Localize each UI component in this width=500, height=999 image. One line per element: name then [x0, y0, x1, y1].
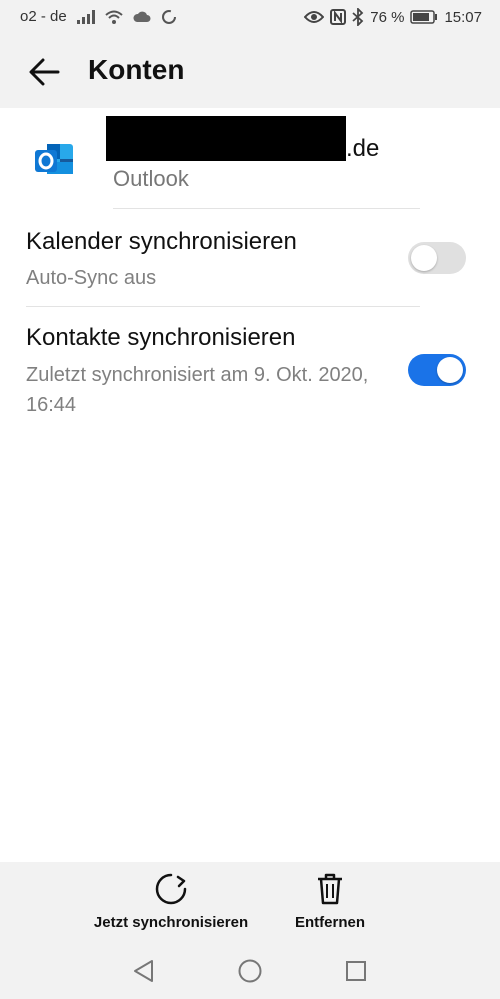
arrow-left-icon [29, 58, 60, 86]
toggle-knob [437, 357, 463, 383]
email-domain-suffix: .de [346, 135, 380, 162]
nav-recents-button[interactable] [341, 956, 371, 986]
sync-row-subtitle: Zuletzt synchronisiert am 9. Okt. 2020, … [26, 364, 369, 416]
status-bar-left: o2 - de [20, 8, 177, 25]
status-bar-right: 76 % 15:07 [304, 8, 482, 26]
battery-icon [410, 10, 438, 24]
triangle-back-icon [134, 960, 153, 982]
sync-row-calendar[interactable]: Kalender synchronisieren Auto-Sync aus [0, 208, 500, 306]
sync-row-title: Kalender synchronisieren [26, 228, 297, 255]
redacted-email-block [106, 116, 346, 161]
sync-row-subtitle: Auto-Sync aus [26, 267, 157, 289]
wifi-icon [105, 10, 123, 24]
calendar-sync-toggle[interactable] [408, 242, 466, 274]
nav-home-button[interactable] [235, 956, 265, 986]
clock: 15:07 [444, 8, 482, 26]
sync-now-label: Jetzt synchronisieren [93, 914, 249, 931]
carrier-label: o2 - de [20, 8, 67, 25]
eye-icon [304, 10, 325, 24]
system-navigation-bar [0, 944, 500, 999]
sync-icon [155, 873, 187, 905]
remove-button[interactable]: Entfernen [290, 872, 370, 931]
trash-icon [318, 873, 342, 905]
sync-row-title: Kontakte synchronisieren [26, 324, 296, 351]
sync-now-button[interactable]: Jetzt synchronisieren [93, 872, 249, 931]
account-details: .de Outlook Kalender synchronisieren Aut… [0, 108, 500, 416]
nfc-icon [330, 9, 347, 25]
battery-percent: 76 % [370, 8, 405, 26]
bottom-action-bar: Jetzt synchronisieren Entfernen [0, 862, 500, 944]
sync-row-contacts[interactable]: Kontakte synchronisieren Zuletzt synchro… [0, 306, 500, 426]
signal-icon [76, 9, 95, 24]
page-title: Konten [88, 54, 185, 85]
outlook-icon [33, 140, 77, 180]
nav-back-button[interactable] [128, 956, 158, 986]
account-email: .de [106, 116, 406, 168]
square-recents-icon [346, 961, 366, 981]
cloud-icon [133, 11, 151, 23]
app-bar: Konten [0, 34, 500, 108]
contacts-sync-toggle[interactable] [408, 354, 466, 386]
bluetooth-icon [352, 8, 364, 26]
back-button[interactable] [24, 54, 64, 90]
toggle-knob [411, 245, 437, 271]
account-header: .de Outlook [0, 108, 500, 208]
remove-label: Entfernen [294, 914, 365, 931]
sync-status-icon [161, 9, 177, 25]
status-bar: o2 - de 76 % 15:07 [0, 0, 500, 34]
circle-home-icon [238, 959, 262, 983]
account-type: Outlook [113, 166, 189, 191]
